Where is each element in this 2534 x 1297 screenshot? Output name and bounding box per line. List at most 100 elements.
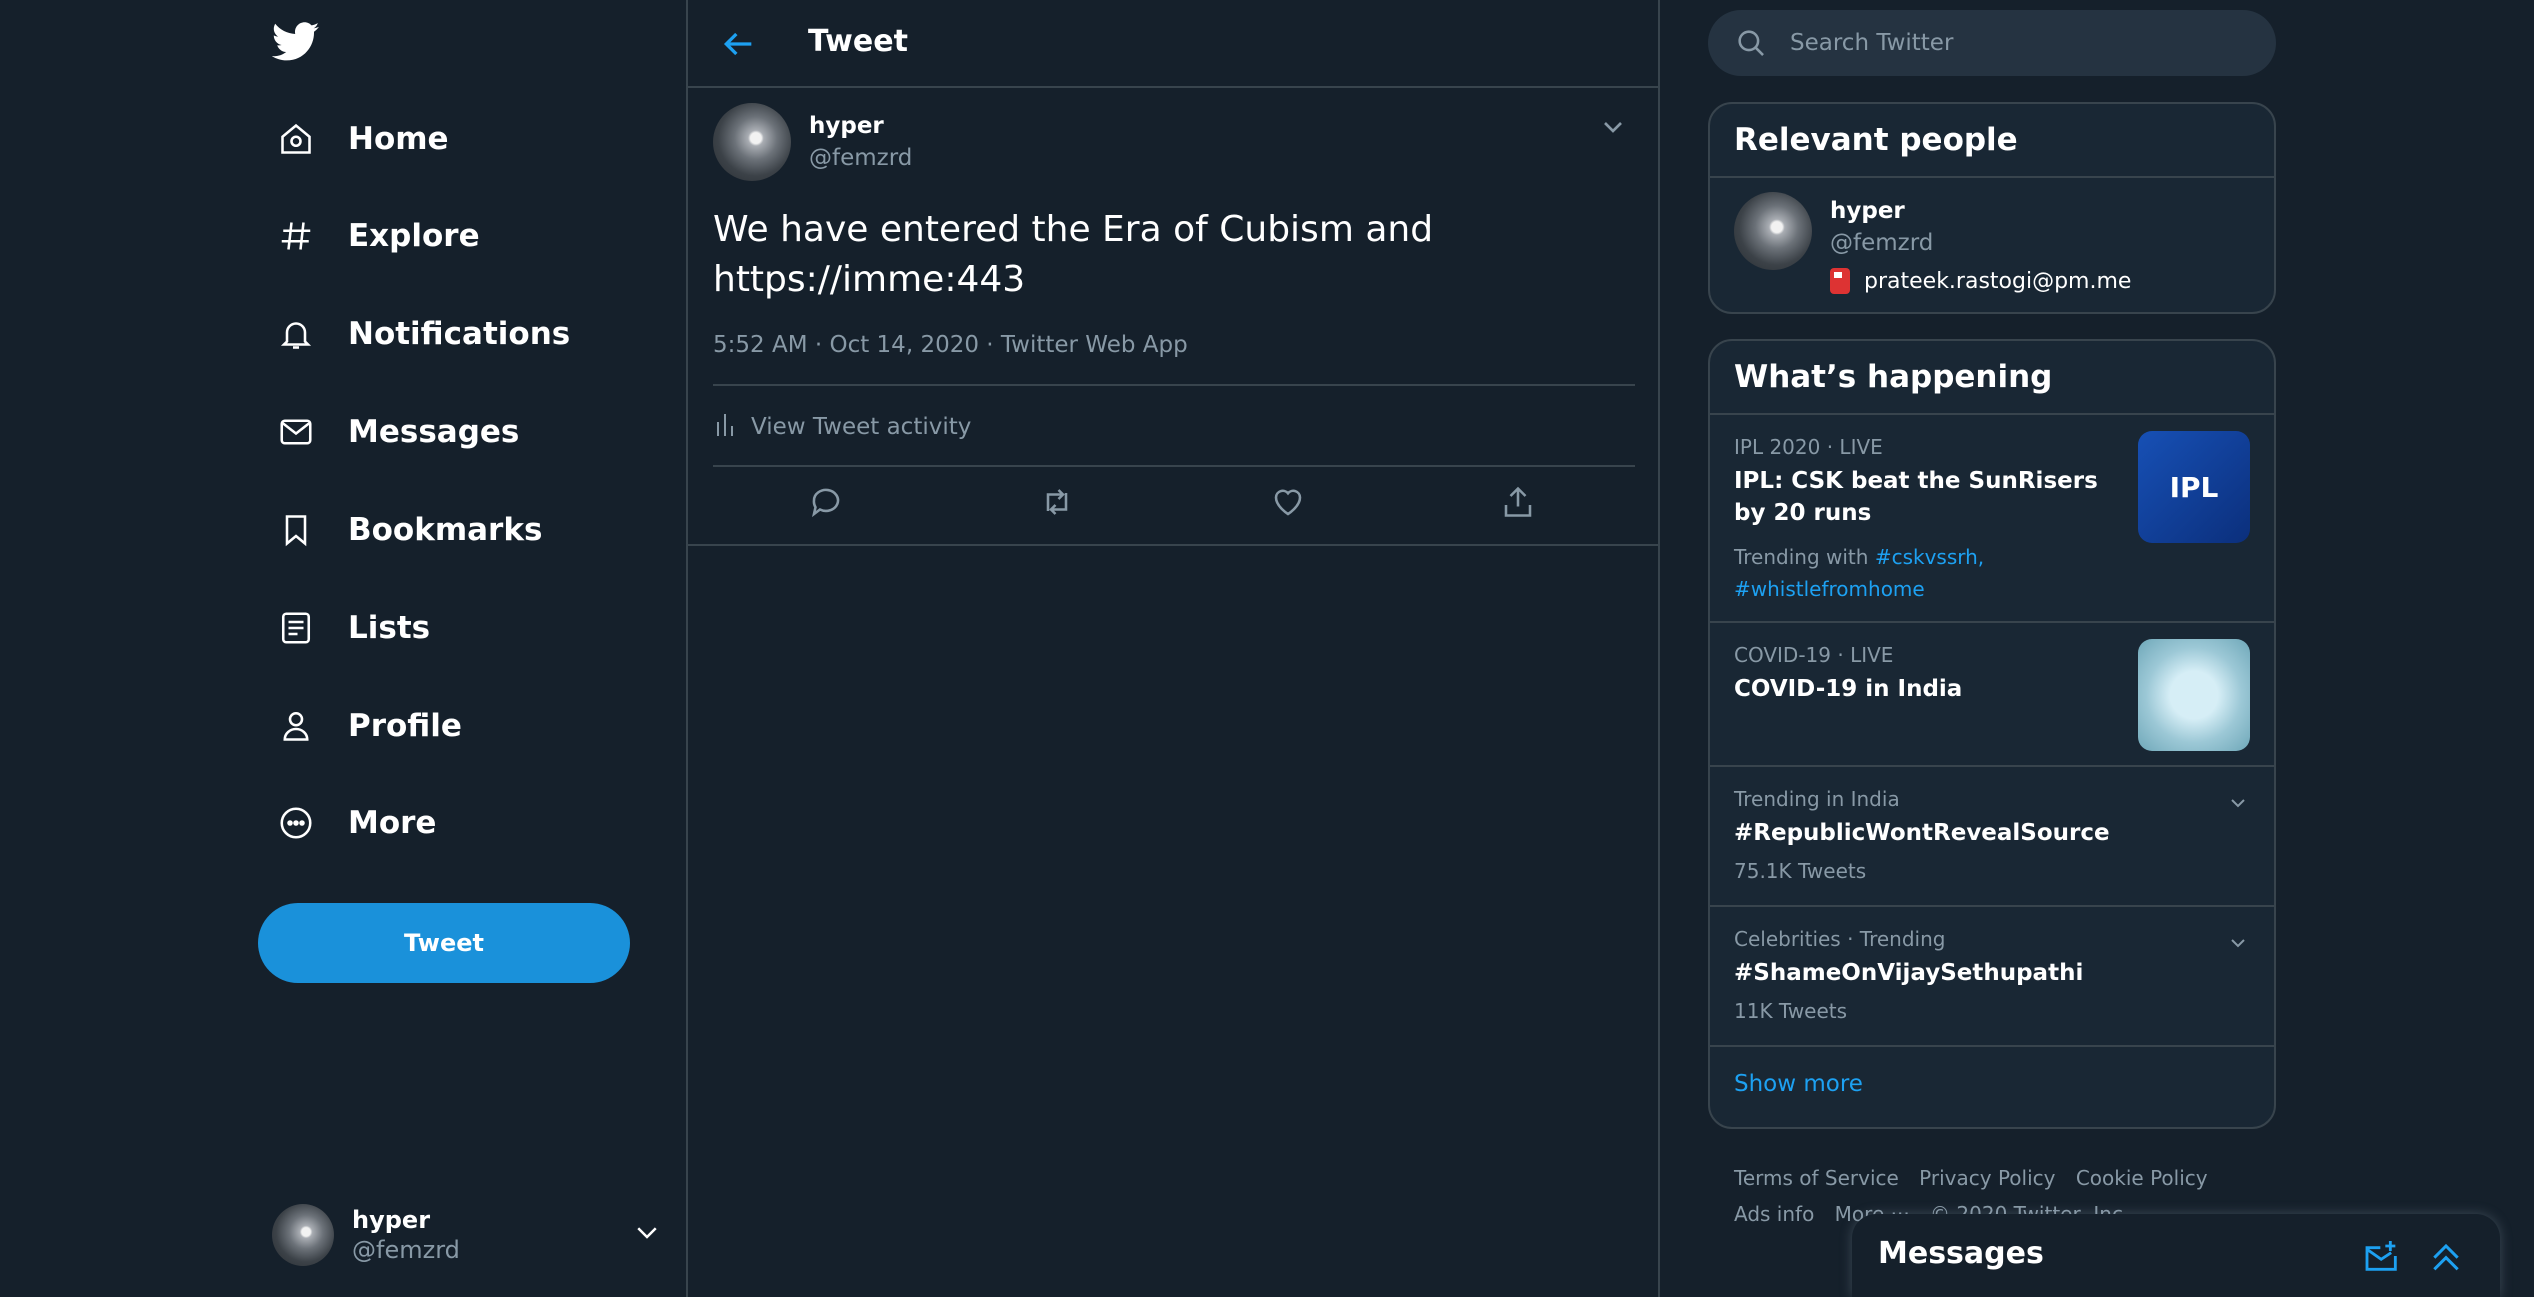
trending-with: Trending with #cskvssrh, #whistlefromhom…	[1734, 541, 2114, 605]
tweet-text-line1: We have entered the Era of Cubism and	[713, 209, 1434, 250]
trend-context: IPL 2020 · LIVE	[1734, 435, 1883, 459]
trend-tweet-count: 11K Tweets	[1734, 999, 1848, 1023]
bookmark-icon	[276, 510, 316, 550]
avatar[interactable]	[713, 103, 791, 181]
hashtag-link[interactable]: #cskvssrh,	[1875, 545, 1984, 569]
nav-notifications[interactable]: Notifications	[258, 296, 588, 372]
chevron-down-icon	[632, 1217, 662, 1251]
person-bio-text: prateek.rastogi@pm.me	[1864, 268, 2132, 294]
account-switcher[interactable]: hyper @femzrd	[272, 1195, 662, 1275]
tweet-text-line2: https://imme:443	[713, 259, 1026, 300]
twitter-logo-icon[interactable]	[271, 22, 320, 62]
ipl-logo-thumbnail: IPL	[2138, 431, 2250, 543]
nav-lists-label: Lists	[348, 610, 431, 646]
search-icon	[1734, 26, 1768, 60]
nav-profile[interactable]: Profile	[258, 688, 480, 764]
tweet-actions	[688, 466, 1658, 546]
avatar	[272, 1204, 334, 1266]
heart-icon[interactable]	[1270, 484, 1310, 524]
nav-bookmarks-label: Bookmarks	[348, 512, 543, 548]
nav-bookmarks[interactable]: Bookmarks	[258, 492, 560, 568]
more-circle-icon	[276, 803, 316, 843]
trend-tweet-count: 75.1K Tweets	[1734, 859, 1867, 883]
trend-context: Celebrities · Trending	[1734, 927, 1946, 951]
account-names: hyper @femzrd	[352, 1206, 460, 1264]
nav-lists[interactable]: Lists	[258, 590, 448, 666]
person-name[interactable]: hyper	[1830, 198, 1905, 224]
nav-profile-label: Profile	[348, 708, 462, 744]
twitter-app: Home Explore Notifications Messages Book…	[0, 0, 2534, 1297]
account-name: hyper	[352, 1206, 431, 1234]
new-message-icon[interactable]	[2362, 1236, 2402, 1276]
account-handle: @femzrd	[352, 1236, 460, 1264]
trend-item[interactable]: COVID-19 · LIVE COVID-19 in India	[1710, 623, 2274, 767]
back-arrow-icon[interactable]	[718, 24, 758, 64]
tweet-author: hyper @femzrd	[713, 103, 1633, 183]
nav-explore[interactable]: Explore	[258, 198, 498, 274]
chevron-down-icon[interactable]	[2226, 791, 2250, 815]
divider	[713, 384, 1635, 386]
trend-item[interactable]: Trending in India #RepublicWontRevealSou…	[1710, 767, 2274, 907]
hashtag-icon	[276, 216, 316, 256]
nav-messages[interactable]: Messages	[258, 394, 537, 470]
footer-link[interactable]: Ads info	[1734, 1202, 1814, 1226]
nav-home-label: Home	[348, 121, 449, 157]
relevant-people-panel: Relevant people hyper @femzrd prateek.ra…	[1708, 102, 2276, 314]
bar-chart-icon	[713, 410, 737, 444]
trend-title: IPL: CSK beat the SunRisers by 20 runs	[1734, 468, 2098, 526]
ipl-thumb-label: IPL	[2169, 470, 2219, 504]
search-bar[interactable]	[1708, 10, 2276, 76]
reply-icon[interactable]	[808, 484, 848, 524]
tweet-timestamp[interactable]: 5:52 AM · Oct 14, 2020 · Twitter Web App	[713, 332, 1188, 358]
retweet-icon[interactable]	[1038, 484, 1078, 524]
main-column: Tweet hyper @femzrd We have entered the …	[688, 0, 1660, 1297]
home-icon	[276, 119, 316, 159]
whats-happening-title: What’s happening	[1710, 341, 2274, 415]
nav-explore-label: Explore	[348, 218, 480, 254]
chevron-double-up-icon[interactable]	[2426, 1236, 2466, 1276]
search-input[interactable]	[1790, 30, 2230, 56]
mailbox-icon	[1830, 268, 1850, 294]
nav-more-label: More	[348, 805, 437, 841]
hashtag-link[interactable]: #whistlefromhome	[1734, 577, 1925, 601]
tweet-button[interactable]: Tweet	[258, 903, 630, 983]
tweet-author-handle[interactable]: @femzrd	[809, 145, 912, 171]
person-handle[interactable]: @femzrd	[1830, 230, 1933, 256]
chevron-down-icon[interactable]	[1597, 111, 1633, 147]
face-mask-thumbnail	[2138, 639, 2250, 751]
person-bio: prateek.rastogi@pm.me	[1830, 268, 2131, 294]
main-header: Tweet	[688, 0, 1658, 88]
view-tweet-activity-label: View Tweet activity	[751, 414, 972, 440]
footer-link[interactable]: Privacy Policy	[1919, 1166, 2055, 1190]
messages-dock[interactable]: Messages	[1852, 1214, 2500, 1297]
nav-notifications-label: Notifications	[348, 316, 571, 352]
footer-link[interactable]: Cookie Policy	[2076, 1166, 2208, 1190]
share-icon[interactable]	[1500, 484, 1540, 524]
bell-icon	[276, 314, 316, 354]
show-more-link[interactable]: Show more	[1710, 1047, 2274, 1127]
tweet-author-name[interactable]: hyper	[809, 113, 884, 139]
trend-title: #ShameOnVijaySethupathi	[1734, 960, 2084, 986]
envelope-icon	[276, 412, 316, 452]
view-tweet-activity[interactable]: View Tweet activity	[713, 410, 971, 444]
nav-home[interactable]: Home	[258, 101, 467, 177]
relevant-people-title: Relevant people	[1710, 104, 2274, 178]
trend-item[interactable]: Celebrities · Trending #ShameOnVijaySeth…	[1710, 907, 2274, 1047]
trend-context: Trending in India	[1734, 787, 1900, 811]
trend-item[interactable]: IPL 2020 · LIVE IPL: CSK beat the SunRis…	[1710, 415, 2274, 623]
whats-happening-panel: What’s happening IPL 2020 · LIVE IPL: CS…	[1708, 339, 2276, 1129]
page-title: Tweet	[808, 24, 908, 59]
messages-dock-title: Messages	[1878, 1236, 2044, 1271]
list-icon	[276, 608, 316, 648]
left-sidebar: Home Explore Notifications Messages Book…	[0, 0, 688, 1297]
footer-link[interactable]: Terms of Service	[1734, 1166, 1899, 1190]
trend-title: #RepublicWontRevealSource	[1734, 820, 2110, 846]
tweet-text: We have entered the Era of Cubism and ht…	[713, 205, 1613, 305]
avatar[interactable]	[1734, 192, 1812, 270]
chevron-down-icon[interactable]	[2226, 931, 2250, 955]
person-row[interactable]: hyper @femzrd prateek.rastogi@pm.me	[1710, 178, 2274, 312]
trending-with-label: Trending with	[1734, 545, 1869, 569]
nav-more[interactable]: More	[258, 785, 454, 861]
nav-messages-label: Messages	[348, 414, 520, 450]
person-icon	[276, 706, 316, 746]
